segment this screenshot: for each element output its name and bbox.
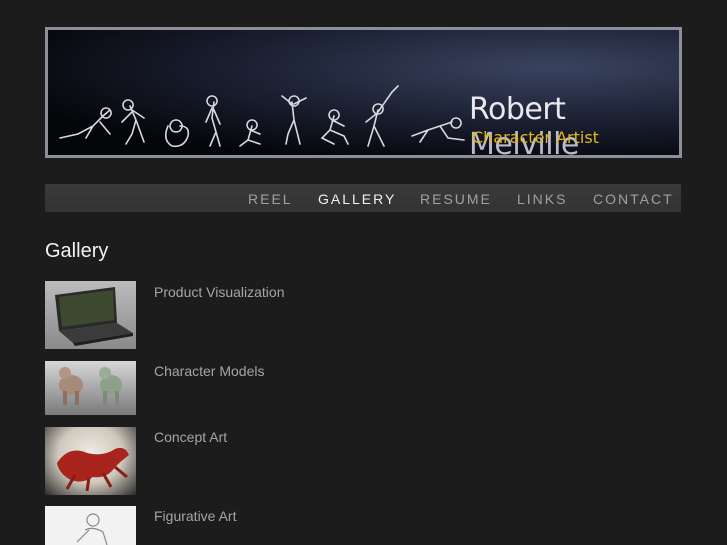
gallery-label[interactable]: Product Visualization xyxy=(154,284,284,300)
site-owner-role: Character Artist xyxy=(472,128,599,147)
laptop-thumbnail[interactable] xyxy=(45,281,136,349)
gallery-label[interactable]: Figurative Art xyxy=(154,508,236,524)
nav-contact[interactable]: CONTACT xyxy=(593,191,674,207)
figurative-art-thumbnail[interactable] xyxy=(45,506,136,545)
nav-reel[interactable]: REEL xyxy=(248,191,293,207)
first-name: Robert xyxy=(469,92,566,127)
main-navigation: REEL GALLERY RESUME LINKS CONTACT xyxy=(45,184,681,212)
nav-resume[interactable]: RESUME xyxy=(420,191,492,207)
nav-links[interactable]: LINKS xyxy=(517,191,567,207)
concept-art-thumbnail[interactable] xyxy=(45,427,136,495)
page-title: Gallery xyxy=(45,240,109,262)
gallery-label[interactable]: Character Models xyxy=(154,363,265,379)
character-models-thumbnail[interactable] xyxy=(45,361,136,415)
nav-gallery[interactable]: GALLERY xyxy=(318,191,396,207)
gallery-label[interactable]: Concept Art xyxy=(154,429,227,445)
header-banner: Robert Melville Character Artist xyxy=(45,27,682,158)
site-owner-name: Robert Melville xyxy=(469,92,679,155)
